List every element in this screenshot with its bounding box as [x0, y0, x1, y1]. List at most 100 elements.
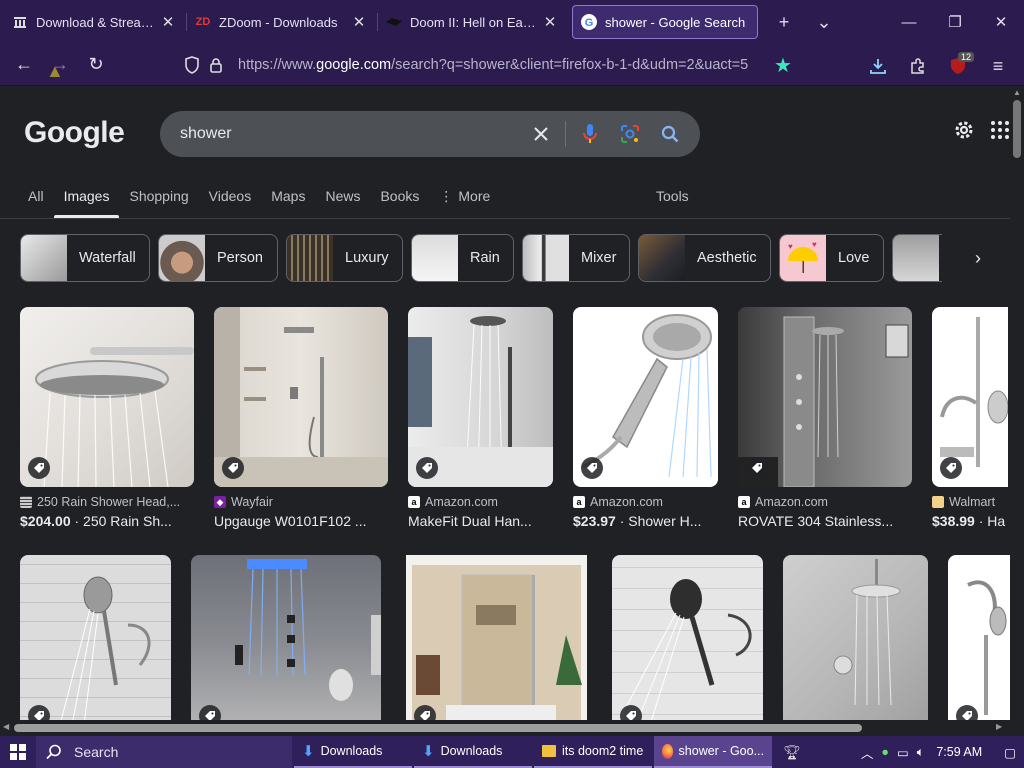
- image-result[interactable]: a Amazon.com $23.97 · Shower H...: [573, 307, 718, 529]
- result-thumbnail[interactable]: [573, 307, 718, 487]
- result-title[interactable]: $38.99 · Ha: [932, 513, 1008, 529]
- url-text[interactable]: https://www.google.com/search?q=shower&c…: [238, 57, 758, 73]
- chip-mixer[interactable]: Mixer: [522, 234, 630, 282]
- result-thumbnail[interactable]: [406, 555, 587, 720]
- google-apps-button[interactable]: [990, 120, 1010, 140]
- restore-button[interactable]: ❐: [932, 0, 978, 44]
- volume-icon[interactable]: 🔈︎: [917, 745, 925, 760]
- vertical-scroll-thumb[interactable]: [1013, 100, 1021, 158]
- taskbar-app-downloads-2[interactable]: ⬇ Downloads: [414, 736, 532, 768]
- new-tab-button[interactable]: +: [764, 5, 804, 39]
- voice-search-button[interactable]: [570, 111, 610, 157]
- chip-luxury[interactable]: Luxury: [286, 234, 403, 282]
- image-result[interactable]: ◆ Wayfair Upgauge W0101F102 ...: [214, 307, 388, 529]
- tab-videos[interactable]: Videos: [199, 178, 262, 218]
- taskbar-app-trophy[interactable]: 🏆︎: [774, 736, 810, 768]
- search-input[interactable]: shower: [180, 125, 521, 143]
- forward-button[interactable]: → ▲: [42, 49, 78, 81]
- scroll-left-icon[interactable]: ◀: [3, 722, 9, 731]
- chip-more[interactable]: [892, 234, 942, 282]
- image-result[interactable]: [783, 555, 928, 720]
- scroll-right-icon[interactable]: ▶: [996, 722, 1002, 731]
- menu-button[interactable]: ≡: [980, 50, 1016, 82]
- result-thumbnail[interactable]: [408, 307, 553, 487]
- lens-search-button[interactable]: [610, 111, 650, 157]
- tab-download-streaming[interactable]: Download & Streaming : ✕: [4, 5, 186, 39]
- show-hidden-icons-button[interactable]: ︿: [861, 743, 874, 762]
- result-thumbnail[interactable]: [783, 555, 928, 720]
- taskbar-search[interactable]: Search: [36, 736, 292, 768]
- result-source[interactable]: Walmart: [932, 495, 1008, 509]
- close-icon[interactable]: ✕: [349, 13, 369, 31]
- user-status-icon[interactable]: ●: [881, 745, 889, 759]
- result-source[interactable]: a Amazon.com: [573, 495, 718, 509]
- image-result[interactable]: Walmart $38.99 · Ha: [932, 307, 1008, 529]
- close-icon[interactable]: ✕: [540, 13, 560, 31]
- taskbar-app-firefox[interactable]: shower - Goo...: [654, 736, 772, 768]
- tab-shower-google-search[interactable]: G shower - Google Search: [572, 5, 758, 39]
- taskbar-app-downloads-1[interactable]: ⬇ Downloads: [294, 736, 412, 768]
- search-submit-button[interactable]: [650, 111, 690, 157]
- tab-all[interactable]: All: [18, 178, 54, 218]
- vertical-scrollbar[interactable]: ▲: [1010, 86, 1024, 736]
- tab-more[interactable]: ⋮ More: [429, 178, 500, 218]
- result-title[interactable]: Upgauge W0101F102 ...: [214, 513, 388, 529]
- taskbar-app-its-doom2-time[interactable]: its doom2 time: [534, 736, 652, 768]
- image-result[interactable]: a Amazon.com MakeFit Dual Han...: [408, 307, 553, 529]
- shield-icon[interactable]: [180, 56, 204, 74]
- ublock-extension-button[interactable]: 12: [940, 50, 976, 82]
- result-thumbnail[interactable]: [214, 307, 388, 487]
- chip-waterfall[interactable]: Waterfall: [20, 234, 150, 282]
- chips-next-button[interactable]: ›: [956, 240, 1000, 276]
- chip-love[interactable]: ♥ ♥ Love: [779, 234, 884, 282]
- image-result[interactable]: [406, 555, 587, 720]
- minimize-button[interactable]: —: [886, 0, 932, 44]
- result-thumbnail[interactable]: [191, 555, 381, 720]
- result-thumbnail[interactable]: [948, 555, 1010, 720]
- start-button[interactable]: [0, 736, 36, 768]
- result-source[interactable]: a Amazon.com: [408, 495, 553, 509]
- image-result[interactable]: [612, 555, 763, 720]
- list-all-tabs-button[interactable]: ⌄: [804, 5, 844, 39]
- downloads-button[interactable]: [860, 50, 896, 82]
- image-result[interactable]: [20, 555, 171, 720]
- tools-button[interactable]: Tools: [656, 188, 689, 204]
- chip-aesthetic[interactable]: Aesthetic: [638, 234, 771, 282]
- result-source[interactable]: a Amazon.com: [738, 495, 912, 509]
- result-thumbnail[interactable]: [932, 307, 1008, 487]
- settings-button[interactable]: [952, 118, 976, 142]
- chip-person[interactable]: Person: [158, 234, 278, 282]
- result-thumbnail[interactable]: [612, 555, 763, 720]
- result-title[interactable]: $204.00 · 250 Rain Sh...: [20, 513, 194, 529]
- tab-books[interactable]: Books: [370, 178, 429, 218]
- horizontal-scrollbar[interactable]: ◀ ▶: [0, 720, 1010, 736]
- network-icon[interactable]: ▭: [897, 745, 909, 760]
- tab-doom-ii[interactable]: Doom II: Hell on Earth (D ✕: [378, 5, 568, 39]
- tab-maps[interactable]: Maps: [261, 178, 315, 218]
- notifications-icon[interactable]: ▢: [1004, 745, 1016, 760]
- tab-news[interactable]: News: [315, 178, 370, 218]
- close-window-button[interactable]: ✕: [978, 0, 1024, 44]
- close-icon[interactable]: ✕: [158, 13, 178, 31]
- image-result[interactable]: [948, 555, 1010, 720]
- image-result[interactable]: 250 Rain Shower Head,... $204.00 · 250 R…: [20, 307, 194, 529]
- chip-rain[interactable]: Rain: [411, 234, 514, 282]
- scroll-up-icon[interactable]: ▲: [1013, 88, 1021, 97]
- google-logo[interactable]: Google: [24, 116, 125, 150]
- reload-button[interactable]: ↻: [78, 49, 114, 81]
- tab-zdoom-downloads[interactable]: ZD ZDoom - Downloads ✕: [187, 5, 377, 39]
- tab-shopping[interactable]: Shopping: [119, 178, 198, 218]
- lock-icon[interactable]: [204, 57, 228, 73]
- horizontal-scroll-thumb[interactable]: [14, 724, 862, 732]
- extensions-button[interactable]: [900, 50, 936, 82]
- search-box[interactable]: shower: [160, 111, 700, 157]
- result-source[interactable]: 250 Rain Shower Head,...: [20, 495, 194, 509]
- result-thumbnail[interactable]: [20, 307, 194, 487]
- result-title[interactable]: MakeFit Dual Han...: [408, 513, 553, 529]
- address-bar[interactable]: https://www.google.com/search?q=shower&c…: [180, 50, 810, 80]
- clock[interactable]: 7:59 AM: [936, 745, 982, 759]
- result-title[interactable]: ROVATE 304 Stainless...: [738, 513, 912, 529]
- tab-images[interactable]: Images: [53, 178, 120, 218]
- image-result[interactable]: [191, 555, 381, 720]
- result-thumbnail[interactable]: [20, 555, 171, 720]
